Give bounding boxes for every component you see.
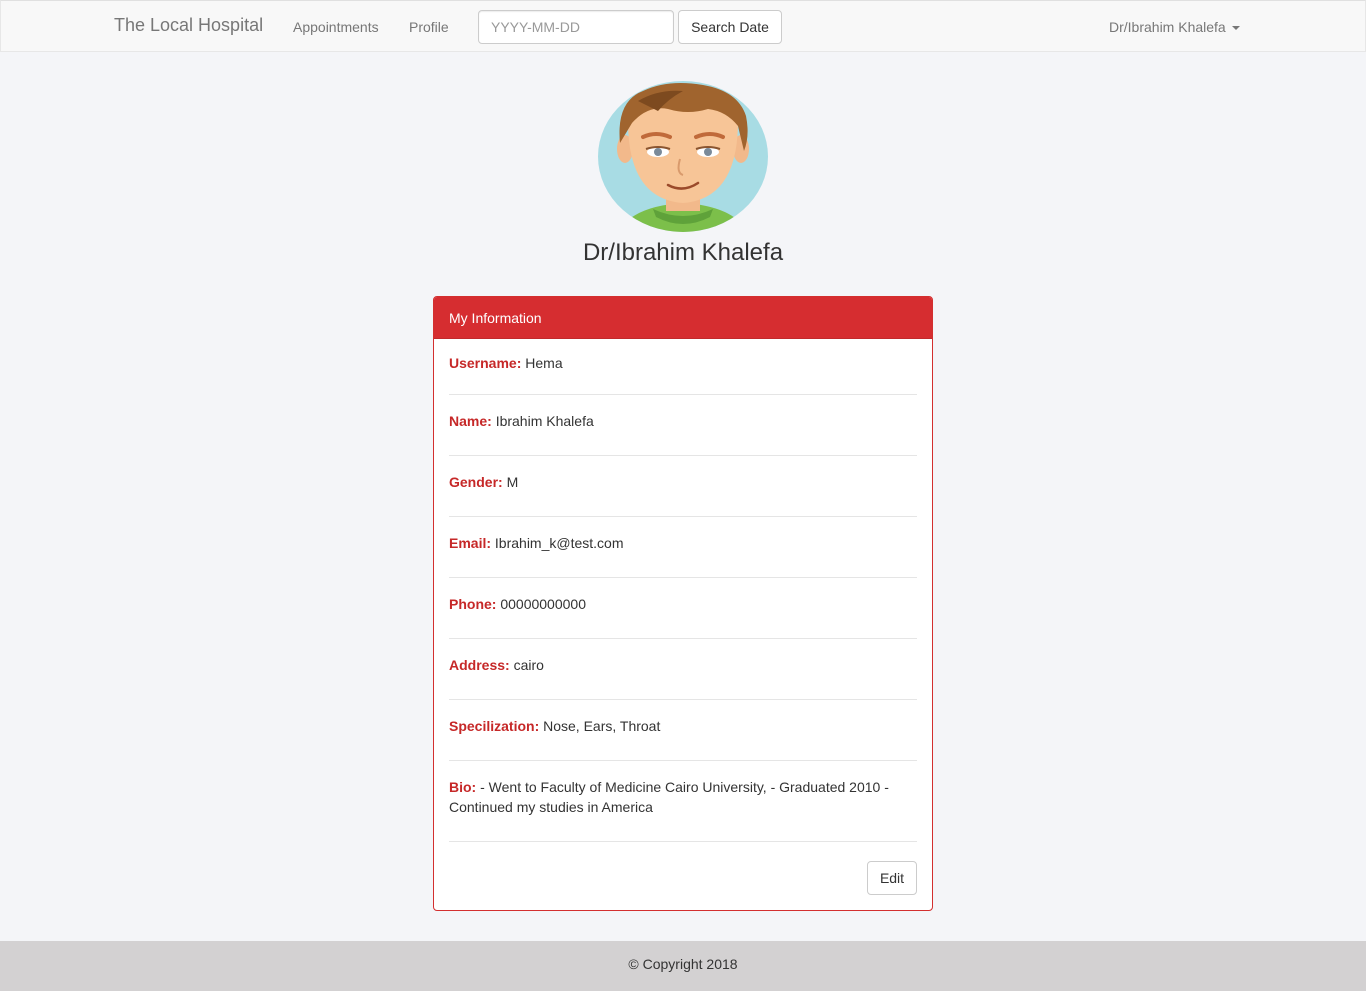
nav-appointments-link[interactable]: Appointments [293, 19, 379, 35]
field-value: Hema [525, 355, 563, 371]
info-row-username: Username: Hema [449, 339, 917, 395]
field-label: Gender: [449, 474, 503, 490]
field-value: - Went to Faculty of Medicine Cairo Univ… [449, 779, 889, 815]
field-value: Nose, Ears, Throat [543, 718, 661, 734]
user-dropdown-toggle[interactable]: Dr/Ibrahim Khalefa [1109, 19, 1240, 35]
field-value: Ibrahim_k@test.com [494, 535, 624, 551]
search-date-button[interactable]: Search Date [678, 10, 782, 44]
field-label: Specilization: [449, 718, 540, 734]
info-row-phone: Phone: 00000000000 [449, 578, 917, 639]
field-label: Address: [449, 657, 510, 673]
caret-down-icon [1231, 26, 1240, 31]
top-navbar: The Local Hospital Appointments Profile … [0, 0, 1366, 52]
panel-body: Username: Hema Name: Ibrahim Khalefa Gen… [434, 339, 932, 842]
field-label: Username: [449, 355, 522, 371]
user-dropdown-label: Dr/Ibrahim Khalefa [1109, 19, 1226, 35]
info-row-name: Name: Ibrahim Khalefa [449, 395, 917, 456]
info-row-specialization: Specilization: Nose, Ears, Throat [449, 700, 917, 761]
brand-link[interactable]: The Local Hospital [114, 15, 263, 36]
info-row-bio: Bio: - Went to Faculty of Medicine Cairo… [449, 761, 917, 842]
my-information-panel: My Information Username: Hema Name: Ibra… [433, 296, 933, 911]
field-value: Ibrahim Khalefa [495, 413, 594, 429]
footer: © Copyright 2018 [0, 941, 1366, 991]
field-label: Bio: [449, 779, 477, 795]
field-label: Phone: [449, 596, 497, 612]
field-value: cairo [513, 657, 544, 673]
copyright-text: © Copyright 2018 [628, 956, 738, 972]
doctor-name-heading: Dr/Ibrahim Khalefa [582, 239, 784, 266]
info-row-gender: Gender: M [449, 456, 917, 517]
doctor-avatar-icon [598, 81, 768, 232]
info-row-address: Address: cairo [449, 639, 917, 700]
field-label: Email: [449, 535, 492, 551]
nav-profile-link[interactable]: Profile [409, 19, 449, 35]
field-value: M [506, 474, 519, 490]
edit-button[interactable]: Edit [867, 861, 917, 895]
info-row-email: Email: Ibrahim_k@test.com [449, 517, 917, 578]
field-value: 00000000000 [500, 596, 586, 612]
panel-title: My Information [434, 297, 932, 339]
date-search-input[interactable] [478, 10, 674, 44]
field-label: Name: [449, 413, 492, 429]
